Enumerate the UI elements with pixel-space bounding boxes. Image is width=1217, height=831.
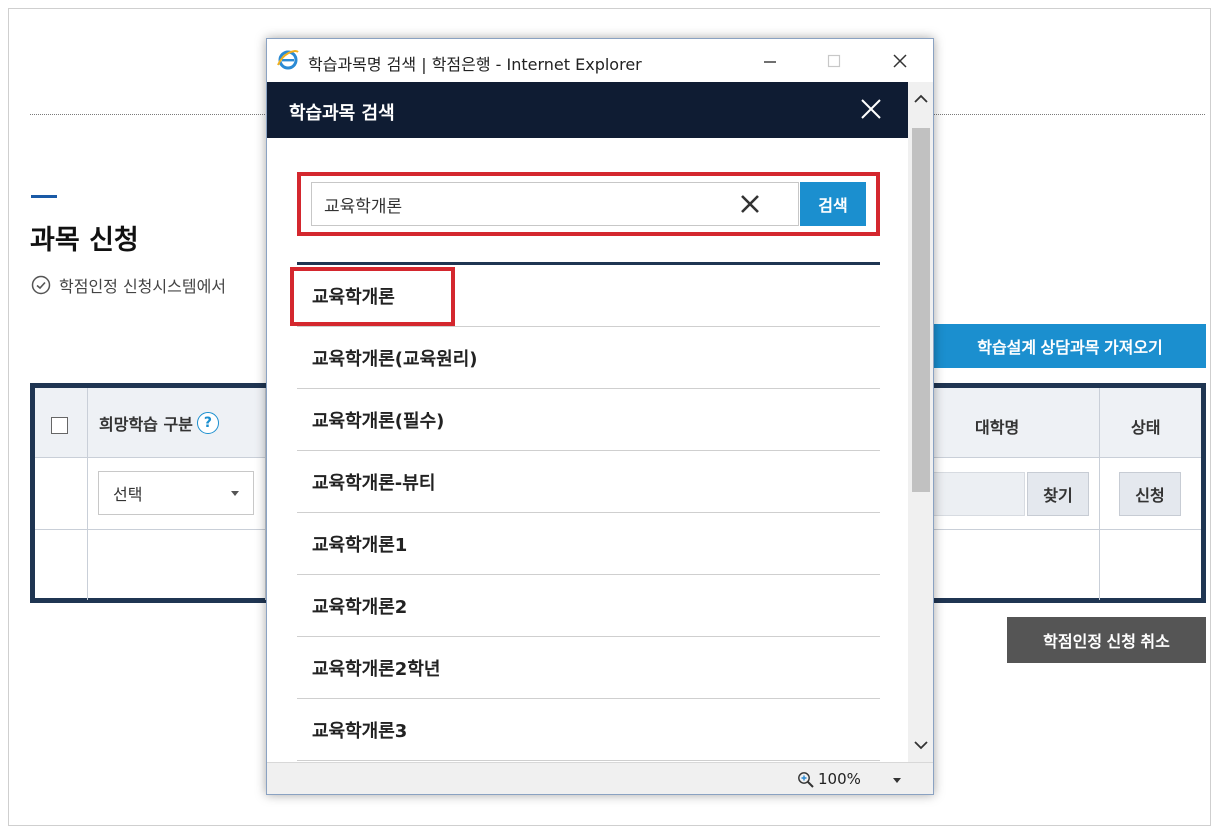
scroll-down-icon: [914, 741, 928, 750]
zoom-level: 100%: [818, 770, 861, 788]
list-item[interactable]: 교육학개론2학년: [297, 637, 880, 699]
page-title: 과목 신청: [30, 225, 139, 256]
maximize-button[interactable]: [811, 39, 857, 82]
window-close-button[interactable]: [877, 39, 923, 82]
notice-text: 학점인정 신청시스템에서: [59, 277, 227, 296]
modal-title: 학습과목 검색: [289, 103, 395, 124]
selected-result-highlight: [290, 267, 455, 326]
list-item[interactable]: 교육학개론2: [297, 575, 880, 637]
clear-icon[interactable]: [739, 193, 761, 215]
list-item[interactable]: 교육학개론(필수): [297, 389, 880, 451]
title-accent: [31, 195, 57, 198]
search-button[interactable]: 검색: [800, 182, 866, 226]
check-circle-icon: [31, 275, 51, 295]
help-icon[interactable]: ?: [196, 412, 219, 434]
close-icon: [893, 53, 907, 68]
scroll-up-button[interactable]: [908, 86, 933, 112]
ie-logo-icon: [277, 50, 299, 70]
learning-type-select[interactable]: 선택: [98, 471, 254, 515]
list-item[interactable]: 교육학개론(교육원리): [297, 327, 880, 389]
university-field: [933, 472, 1025, 516]
list-item[interactable]: 교육학개론3: [297, 699, 880, 761]
modal-header: 학습과목 검색: [267, 82, 908, 138]
scroll-down-button[interactable]: [908, 732, 933, 758]
results-list: 교육학개론 교육학개론(교육원리) 교육학개론(필수) 교육학개론-뷰티 교육학…: [297, 265, 880, 761]
list-item[interactable]: 교육학개론-뷰티: [297, 451, 880, 513]
close-icon[interactable]: [858, 96, 884, 122]
find-university-button[interactable]: 찾기: [1027, 472, 1089, 516]
vertical-scrollbar[interactable]: [908, 82, 933, 762]
apply-button[interactable]: 신청: [1119, 472, 1181, 516]
minimize-button[interactable]: [747, 39, 793, 82]
status-bar: 100%: [267, 762, 933, 794]
column-divider: [87, 388, 88, 600]
cancel-credit-application-button[interactable]: 학점인정 신청 취소: [1007, 617, 1206, 663]
column-divider: [1099, 388, 1100, 600]
header-university: 대학명: [975, 418, 1020, 437]
notice: 학점인정 신청시스템에서: [31, 273, 226, 297]
maximize-icon: [827, 54, 841, 67]
scroll-thumb[interactable]: [912, 128, 930, 492]
zoom-icon: [798, 771, 814, 788]
chevron-down-icon: [231, 491, 239, 496]
select-value: 선택: [113, 485, 143, 504]
header-learning-type: 희망학습 구분 ?: [99, 411, 219, 435]
scroll-up-icon: [914, 94, 928, 103]
import-consult-courses-button[interactable]: 학습설계 상담과목 가져오기: [934, 324, 1206, 368]
chevron-down-icon[interactable]: [893, 778, 901, 783]
window-title: 학습과목명 검색 | 학점은행 - Internet Explorer: [308, 55, 642, 74]
window-titlebar[interactable]: 학습과목명 검색 | 학점은행 - Internet Explorer: [267, 39, 933, 82]
course-search-input[interactable]: [311, 182, 799, 226]
minimize-icon: [764, 60, 776, 63]
list-item[interactable]: 교육학개론1: [297, 513, 880, 575]
header-learning-type-label: 희망학습 구분: [99, 415, 193, 434]
select-all-checkbox[interactable]: [51, 417, 68, 434]
header-status: 상태: [1131, 418, 1161, 437]
zoom-control[interactable]: 100%: [797, 770, 861, 788]
course-search-popup: 학습과목명 검색 | 학점은행 - Internet Explorer 학습과목…: [266, 38, 934, 795]
